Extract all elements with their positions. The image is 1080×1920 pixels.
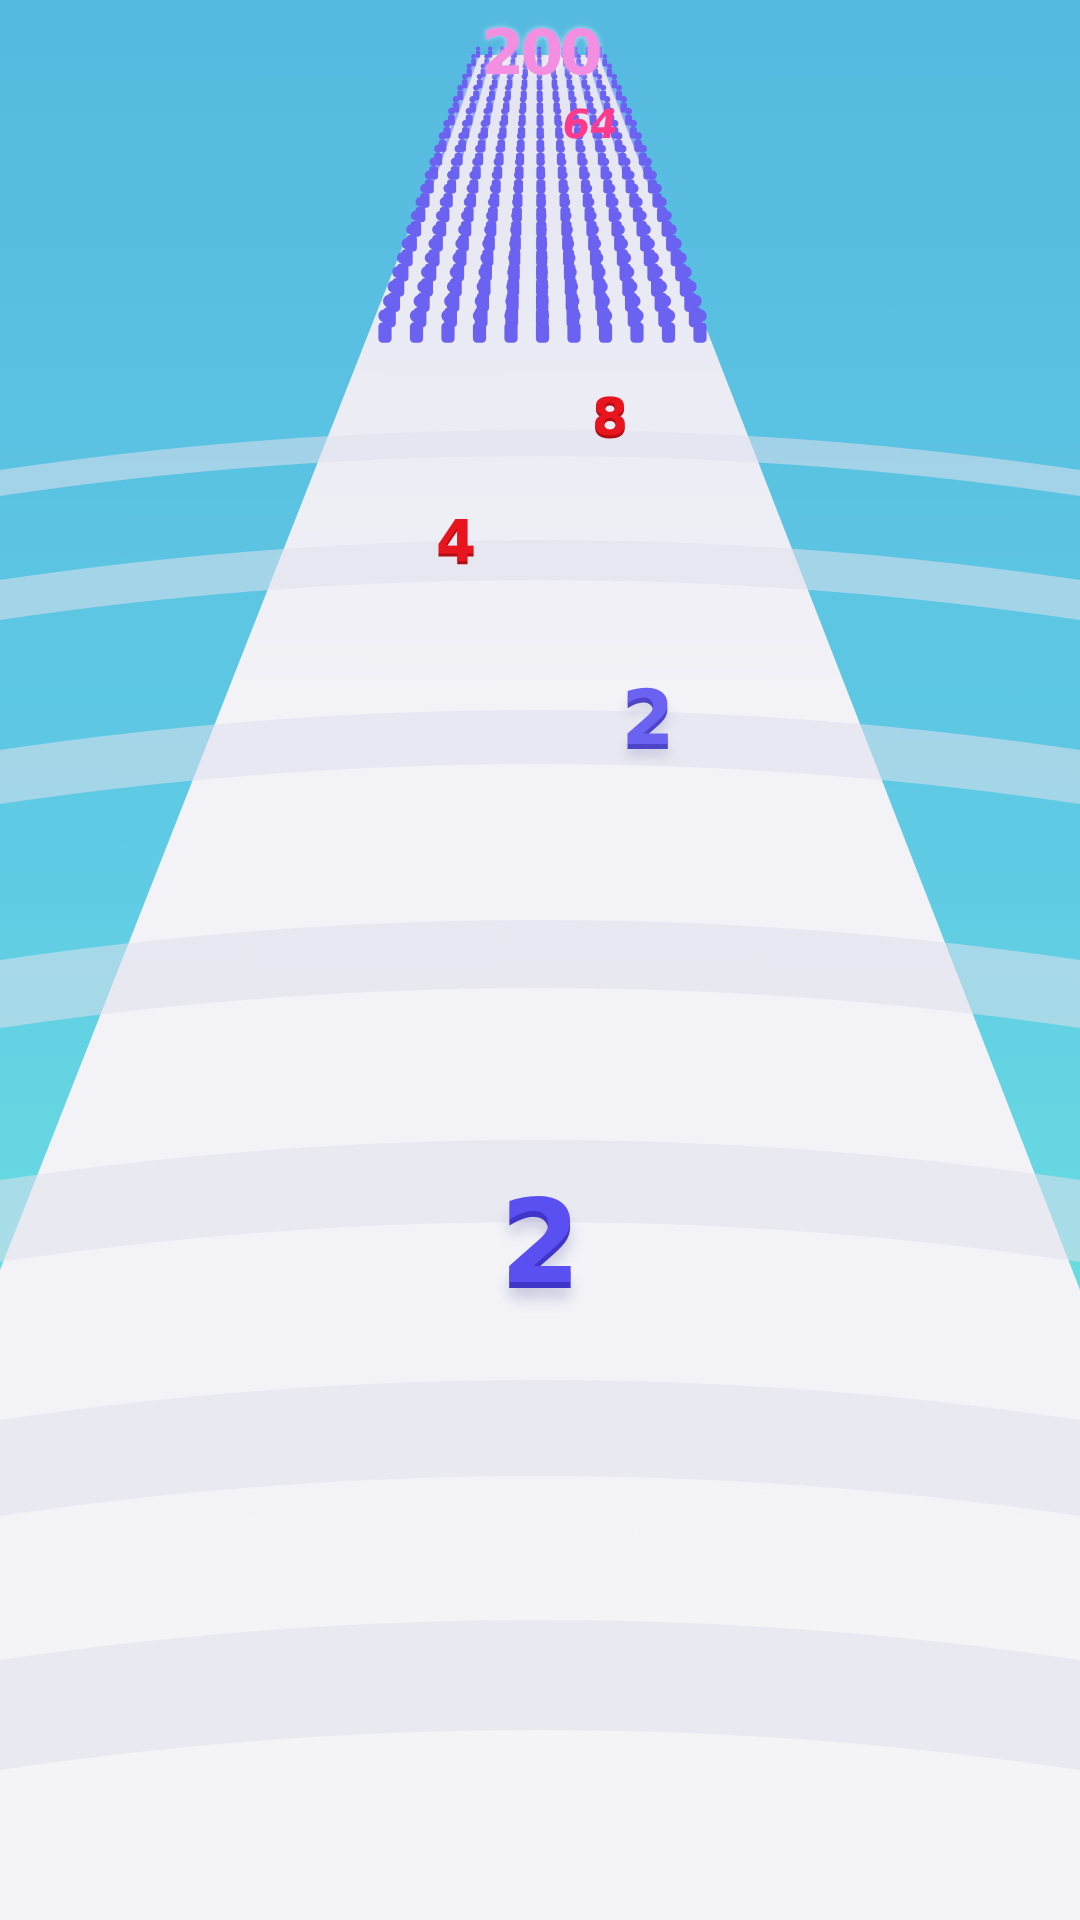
runner-track (0, 46, 1080, 1920)
crowd-runner (693, 309, 707, 343)
crowd-runner (409, 309, 424, 343)
crowd-runner (378, 309, 392, 343)
crowd-runner (472, 309, 487, 343)
pickup-number-8: 8 (591, 388, 629, 448)
target-count-label: 200 (481, 16, 602, 89)
player-count: 2 (500, 1175, 581, 1310)
crowd-runner (598, 309, 613, 343)
crowd-runner (567, 309, 581, 343)
pickup-number-4: 4 (435, 507, 477, 575)
crowd-runner (535, 309, 550, 343)
crowd-runner (441, 309, 455, 343)
crowd-runner (630, 309, 644, 343)
crowd-runner (661, 309, 676, 343)
track-marker-label: 64 (558, 102, 622, 148)
pickup-number-2: 2 (621, 673, 675, 762)
crowd-runner (504, 309, 518, 343)
game-scene[interactable]: 200 64 8 4 2 2 (0, 0, 1080, 1920)
crowd-runner (611, 73, 618, 89)
